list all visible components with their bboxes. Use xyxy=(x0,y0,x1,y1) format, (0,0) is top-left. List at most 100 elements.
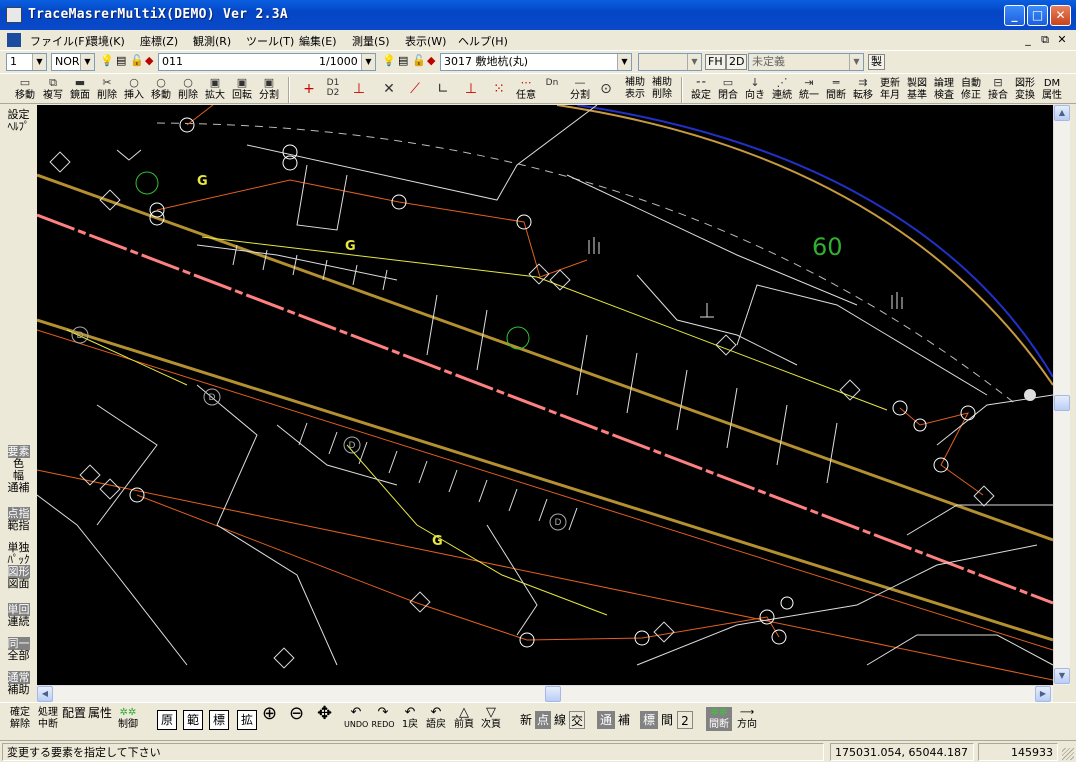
element-group[interactable]: 要素 色 幅 通補 xyxy=(2,445,35,494)
delete-point-button[interactable]: ○ 削除 xyxy=(175,76,201,104)
step-line-icon[interactable]: ⊥ xyxy=(460,78,482,102)
drafting-standard-button[interactable]: 製図基準 xyxy=(904,76,930,104)
arbitrary-button[interactable]: ⋯ 任意 xyxy=(513,76,539,104)
close-button[interactable]: ✕ xyxy=(1050,5,1071,26)
once-continuous-group[interactable]: 単回 連続 xyxy=(2,603,35,628)
code-right-select[interactable]: 3017 敷地杭(丸) ▼ xyxy=(440,53,632,71)
transfer-button[interactable]: ⇉ 転移 xyxy=(850,76,876,104)
layer-select[interactable]: 1 ▼ xyxy=(6,53,47,71)
enlarge-button[interactable]: ▣ 拡大 xyxy=(202,76,228,104)
direction-button[interactable]: ↓ 向き xyxy=(742,76,768,104)
shape-convert-button[interactable]: 図形変換 xyxy=(1012,76,1038,104)
divide-button[interactable]: — 分割 xyxy=(567,76,593,104)
resize-grip[interactable] xyxy=(1062,748,1074,760)
menu-edit[interactable]: 編集(E) xyxy=(299,33,337,49)
undo-button[interactable]: ↶ UNDO xyxy=(344,706,368,731)
menu-file[interactable]: ファイル(F) xyxy=(30,33,89,49)
printer-icon[interactable]: ▤ xyxy=(116,54,126,67)
2d-button[interactable]: 2D xyxy=(726,54,748,70)
menu-help[interactable]: ヘルプ(H) xyxy=(458,33,508,49)
same-all-group[interactable]: 同一 全部 xyxy=(2,637,35,662)
redo-button[interactable]: ↷ REDO xyxy=(370,706,396,731)
single-pack-group[interactable]: 単独 ﾊﾟｯｸ 図形 図面 xyxy=(2,542,35,590)
auto-fix-button[interactable]: 自動修正 xyxy=(958,76,984,104)
document-icon[interactable] xyxy=(7,33,21,47)
mode-select[interactable]: NOR ▼ xyxy=(51,53,95,71)
scroll-right-icon[interactable]: ▶ xyxy=(1035,686,1051,702)
aux-toggle[interactable]: 補 xyxy=(616,711,632,729)
settings-button[interactable]: ⁃⁃ 設定 xyxy=(688,76,714,104)
close-shape-button[interactable]: ▭ 閉合 xyxy=(715,76,741,104)
logic-check-button[interactable]: 論理検査 xyxy=(931,76,957,104)
point-toggle[interactable]: 点 xyxy=(535,711,551,729)
line-toggle[interactable]: 線 xyxy=(552,711,568,729)
control-button[interactable]: ✲✲ 制御 xyxy=(114,707,142,731)
code-left-select[interactable]: 011 1/1000 ▼ xyxy=(158,53,376,71)
vertical-scroll-thumb[interactable] xyxy=(1054,395,1070,411)
standard-toggle[interactable]: 標 xyxy=(640,711,658,729)
lock-icon[interactable]: 🔓 xyxy=(130,54,144,67)
menu-observation[interactable]: 観測(R) xyxy=(193,33,231,49)
prev-page-button[interactable]: △ 前頁 xyxy=(452,706,476,731)
two-toggle[interactable]: 2 xyxy=(677,711,693,729)
perpendicular-icon[interactable]: ⊥ xyxy=(348,78,370,102)
enlarge-view-button[interactable]: 拡 xyxy=(237,710,257,730)
next-page-button[interactable]: ▽ 次頁 xyxy=(479,706,503,731)
menu-coordinates[interactable]: 座標(Z) xyxy=(140,33,178,49)
confirm-cancel-button[interactable]: 確定解除 xyxy=(8,707,32,731)
grid-points-icon[interactable]: ⁙ xyxy=(488,78,510,102)
split-button[interactable]: ▣ 分割 xyxy=(256,76,282,104)
zoom-in-icon[interactable]: ⊕ xyxy=(262,705,277,723)
join-button[interactable]: ⊟ 接合 xyxy=(985,76,1011,104)
plus-icon[interactable]: + xyxy=(298,78,320,102)
aux-show-button[interactable]: 補助表示 xyxy=(622,76,648,104)
zoom-out-icon[interactable]: ⊖ xyxy=(289,705,304,723)
bulb-icon[interactable]: 💡 xyxy=(382,54,396,67)
pan-icon[interactable]: ✥ xyxy=(317,705,332,723)
copy-button[interactable]: ⧉ 複写 xyxy=(40,76,66,104)
scroll-up-icon[interactable]: ▲ xyxy=(1054,105,1070,121)
process-abort-button[interactable]: 処理中断 xyxy=(36,707,60,731)
intersect-toggle[interactable]: 交 xyxy=(569,711,585,729)
range-view-button[interactable]: 範 xyxy=(183,710,203,730)
horizontal-scrollbar[interactable]: ◀ ▶ xyxy=(37,685,1053,702)
update-date-button[interactable]: 更新年月 xyxy=(877,76,903,104)
bulb-icon[interactable]: 💡 xyxy=(100,54,114,67)
settings-help-button[interactable]: 設定 ﾍﾙﾌﾟ xyxy=(2,109,35,133)
dm-attribute-button[interactable]: DM属性 xyxy=(1039,76,1065,104)
interval-break-button[interactable]: ═ 間断 xyxy=(823,76,849,104)
back-word-button[interactable]: ↶ 語戻 xyxy=(424,706,448,731)
maximize-button[interactable]: □ xyxy=(1027,5,1048,26)
distance-icon[interactable]: D1 D2 xyxy=(322,78,344,102)
point-range-group[interactable]: 点指 範指 xyxy=(2,507,35,532)
continuous-button[interactable]: ⋰ 連続 xyxy=(769,76,795,104)
rotate-button[interactable]: ▣ 回転 xyxy=(229,76,255,104)
direction-toggle[interactable]: ⟶ 方向 xyxy=(735,707,759,731)
menu-survey[interactable]: 測量(S) xyxy=(352,33,390,49)
app-icon[interactable] xyxy=(6,7,22,23)
move-point-button[interactable]: ○ 移動 xyxy=(148,76,174,104)
normal-aux-group[interactable]: 通常 補助 xyxy=(2,671,35,696)
divide-distance-icon[interactable]: Dn xyxy=(541,78,563,102)
mirror-button[interactable]: ▬ 鏡面 xyxy=(67,76,93,104)
back-one-button[interactable]: ↶ 1戻 xyxy=(399,706,421,731)
original-view-button[interactable]: 原 xyxy=(157,710,177,730)
standard-view-button[interactable]: 標 xyxy=(209,710,229,730)
undefined-select[interactable]: 未定義 ▼ xyxy=(748,53,864,71)
horizontal-scroll-thumb[interactable] xyxy=(545,686,561,702)
empty-select[interactable]: ▼ xyxy=(638,53,702,71)
layout-button[interactable]: 配置 xyxy=(62,707,86,719)
menu-view[interactable]: 表示(W) xyxy=(405,33,446,49)
fh-button[interactable]: FH xyxy=(705,54,726,70)
diamond-icon[interactable]: ◆ xyxy=(427,54,435,67)
printer-icon[interactable]: ▤ xyxy=(398,54,408,67)
map-canvas[interactable]: D D D D G G G 60 xyxy=(37,105,1053,685)
lasso-icon[interactable]: ⊙ xyxy=(595,78,617,102)
unify-button[interactable]: ⇥ 統一 xyxy=(796,76,822,104)
new-toggle[interactable]: 新 xyxy=(518,711,534,729)
normal-toggle[interactable]: 通 xyxy=(597,711,615,729)
attribute-button[interactable]: 属性 xyxy=(88,707,112,719)
diamond-icon[interactable]: ◆ xyxy=(145,54,153,67)
move-button[interactable]: ▭ 移動 xyxy=(12,76,38,104)
cross-lines-icon[interactable]: ✕ xyxy=(378,78,400,102)
